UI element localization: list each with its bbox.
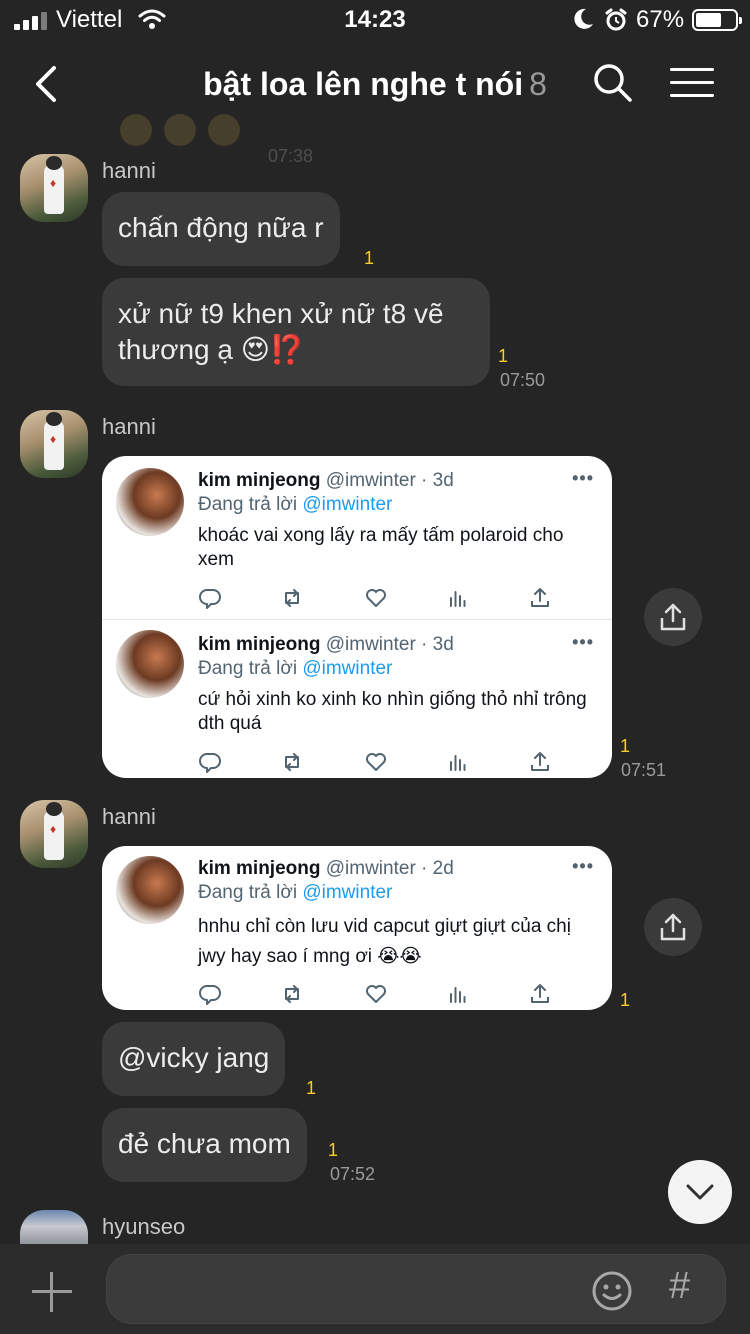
unread-count: 1 [620, 990, 631, 1010]
scroll-to-bottom-button[interactable] [668, 1160, 732, 1224]
alarm-icon [605, 8, 627, 31]
ghost-emoji-row [118, 110, 258, 155]
unread-count: 1 [364, 248, 375, 268]
tweet[interactable]: kim minjeong @imwinter · 3d ••• Đang trả… [102, 456, 612, 618]
tweet-author: kim minjeong @imwinter · 3d [198, 470, 454, 491]
tweet-text: khoác vai xong lấy ra mấy tấm polaroid c… [198, 525, 564, 570]
upload-icon[interactable] [528, 586, 552, 610]
message-bubble[interactable]: chấn động nữa r [102, 192, 340, 266]
composer-bar: # [0, 1244, 750, 1334]
sender-name: hanni [102, 414, 156, 439]
share-button[interactable] [644, 588, 702, 646]
unread-count: 1 [306, 1078, 317, 1098]
tweet-actions [198, 586, 558, 610]
message-time: 07:50 [500, 370, 546, 390]
message-text: đẻ chưa mom [118, 1128, 291, 1159]
tweet-reply-to: Đang trả lời @imwinter [198, 882, 393, 903]
sender-name: hanni [102, 158, 156, 183]
avatar-hanni[interactable]: ♦ [20, 154, 88, 222]
ghost-time: 07:38 [268, 146, 314, 166]
message-time: 07:52 [330, 1164, 376, 1184]
tweet-card[interactable]: kim minjeong @imwinter · 2d ••• Đang trả… [102, 846, 612, 1010]
tweet[interactable]: kim minjeong @imwinter · 3d ••• Đang trả… [102, 620, 612, 778]
unread-count: 1 [328, 1140, 339, 1160]
more-icon[interactable]: ••• [572, 468, 594, 489]
status-bar: Viettel 14:23 67% [0, 0, 750, 40]
unread-count: 1 [620, 736, 631, 756]
unread-count: 1 [498, 346, 509, 366]
share-icon [660, 913, 686, 941]
message-text: @vicky jang [118, 1042, 270, 1073]
menu-icon[interactable] [670, 66, 714, 98]
member-count: 8 [529, 66, 547, 102]
tweet-author: kim minjeong @imwinter · 3d [198, 634, 454, 655]
sender-name: hyunseo [102, 1214, 186, 1239]
tweet-text: cứ hỏi xinh ko xinh ko nhìn giống thỏ nh… [198, 689, 587, 734]
sender-name: hanni [102, 804, 156, 829]
emoji-icon[interactable] [591, 1270, 633, 1312]
tweet-actions [198, 750, 558, 774]
share-icon [660, 603, 686, 631]
message-text-line: xử nữ t9 khen xử nữ t8 vẽ [118, 298, 444, 329]
tweet-author: kim minjeong @imwinter · 2d [198, 858, 454, 879]
chevron-down-icon [686, 1184, 714, 1200]
more-icon[interactable]: ••• [572, 632, 594, 653]
upload-icon[interactable] [528, 982, 552, 1006]
plus-icon[interactable] [32, 1272, 72, 1312]
message-input[interactable]: # [106, 1254, 726, 1324]
retweet-icon[interactable] [280, 982, 304, 1006]
upload-icon[interactable] [528, 750, 552, 774]
views-icon[interactable] [446, 982, 470, 1006]
tweet-reply-to: Đang trả lời @imwinter [198, 494, 393, 515]
tweet[interactable]: kim minjeong @imwinter · 2d ••• Đang trả… [102, 846, 612, 1010]
more-icon[interactable]: ••• [572, 856, 594, 877]
message-text-line: thương ạ 😍⁉️ [118, 334, 305, 365]
search-icon[interactable] [592, 62, 634, 104]
message-bubble[interactable]: xử nữ t9 khen xử nữ t8 vẽ thương ạ 😍⁉️ [102, 278, 490, 386]
heart-icon[interactable] [364, 750, 388, 774]
message-bubble[interactable]: đẻ chưa mom [102, 1108, 307, 1182]
reply-icon[interactable] [198, 750, 222, 774]
tweet-reply-to: Đang trả lời @imwinter [198, 658, 393, 679]
views-icon[interactable] [446, 586, 470, 610]
message-time: 07:51 [621, 760, 667, 780]
chat-title-text: bật loa lên nghe t nói [203, 66, 524, 102]
retweet-icon[interactable] [280, 750, 304, 774]
tweet-avatar [116, 630, 184, 698]
views-icon[interactable] [446, 750, 470, 774]
chat-title: bật loa lên nghe t nói 8 [0, 66, 750, 103]
message-bubble[interactable]: @vicky jang [102, 1022, 286, 1096]
avatar-hyunseo[interactable] [20, 1210, 88, 1246]
retweet-icon[interactable] [280, 586, 304, 610]
tweet-avatar [116, 856, 184, 924]
tweet-card[interactable]: kim minjeong @imwinter · 3d ••• Đang trả… [102, 456, 612, 778]
battery-percent: 67% [636, 6, 685, 33]
hash-icon[interactable]: # [669, 1265, 690, 1308]
message-text: chấn động nữa r [118, 212, 324, 243]
tweet-text: hnhu chỉ còn lưu vid capcut giựt giựt củ… [198, 916, 571, 967]
reply-icon[interactable] [198, 586, 222, 610]
heart-icon[interactable] [364, 982, 388, 1006]
battery-icon [692, 9, 742, 31]
tweet-avatar [116, 468, 184, 536]
avatar-hanni[interactable]: ♦ [20, 410, 88, 478]
moon-icon [574, 8, 593, 29]
avatar-hanni[interactable]: ♦ [20, 800, 88, 868]
chat-header: 07:38 bật loa lên nghe t nói 8 [0, 40, 750, 166]
heart-icon[interactable] [364, 586, 388, 610]
share-button[interactable] [644, 898, 702, 956]
reply-icon[interactable] [198, 982, 222, 1006]
tweet-actions [198, 982, 558, 1006]
